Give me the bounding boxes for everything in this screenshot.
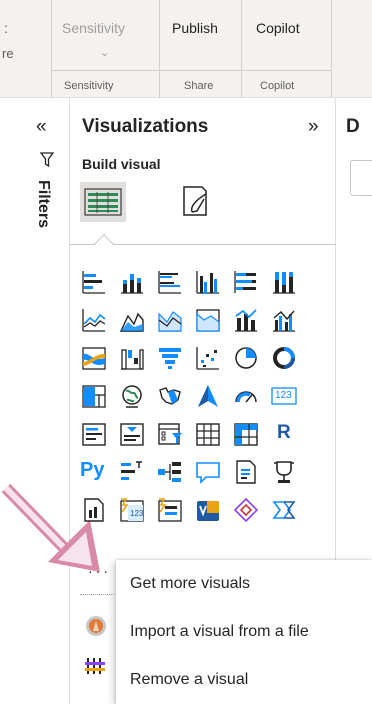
python-label: Py (80, 459, 105, 481)
share-group-label: Share (184, 80, 214, 92)
custom-visual-icon[interactable] (232, 496, 260, 524)
visuals-context-menu: Get more visuals Import a visual from a … (116, 560, 372, 704)
key-influencers-icon[interactable] (118, 458, 146, 486)
filters-pane-label[interactable]: Filters (34, 180, 52, 228)
qa-icon[interactable] (194, 458, 222, 486)
scatter-chart-icon[interactable] (194, 344, 222, 372)
kpi-icon[interactable] (118, 420, 146, 448)
ribbon-chart-icon[interactable] (80, 344, 108, 372)
sensitivity-chevron-icon: ⌄ (100, 47, 110, 59)
ribbon-group-left-edge (0, 0, 52, 98)
100-stacked-bar-chart-icon[interactable] (232, 268, 260, 296)
card-icon-label: 123 (275, 390, 292, 401)
publish-button[interactable]: Publish (172, 20, 218, 36)
matrix-icon[interactable] (232, 420, 260, 448)
build-visual-grid-icon (84, 188, 122, 216)
donut-chart-icon[interactable] (270, 344, 298, 372)
metrics-icon[interactable] (270, 458, 298, 486)
waterfall-chart-icon[interactable] (118, 344, 146, 372)
ribbon-group-copilot: Copilot Copilot (242, 0, 332, 98)
filter-funnel-icon (40, 152, 54, 168)
menu-item-import-visual-from-file[interactable]: Import a visual from a file (116, 608, 372, 656)
azure-map-icon[interactable] (194, 382, 222, 410)
clustered-bar-chart-icon[interactable] (156, 268, 184, 296)
line-chart-icon[interactable] (80, 306, 108, 334)
clustered-column-chart-icon[interactable] (194, 268, 222, 296)
ribbon-group-sensitivity: Sensitivity ⌄ Sensitivity (52, 0, 160, 98)
r-script-visual-icon[interactable]: R (270, 420, 298, 448)
paginated-report-icon[interactable] (80, 496, 108, 524)
collapse-filters-button[interactable]: « (36, 116, 47, 138)
fields-filter-icon[interactable] (84, 654, 108, 678)
sensitivity-group-label: Sensitivity (64, 80, 114, 92)
100-stacked-area-chart-icon[interactable] (194, 306, 222, 334)
multi-row-card-icon[interactable] (80, 420, 108, 448)
decomposition-tree-icon[interactable] (156, 458, 184, 486)
data-pane-title: D (346, 116, 360, 137)
line-and-stacked-column-chart-icon[interactable] (232, 306, 260, 334)
annotation-arrow-icon (1, 483, 100, 572)
stacked-column-chart-icon[interactable] (118, 268, 146, 296)
area-chart-icon[interactable] (118, 306, 146, 334)
table-icon[interactable] (194, 420, 222, 448)
format-visual-brush-icon[interactable] (180, 184, 210, 218)
python-visual-icon[interactable]: Py (80, 458, 108, 486)
power-apps-icon[interactable]: 123 (118, 496, 146, 524)
analytics-icon[interactable] (84, 614, 108, 638)
visualizations-title: Visualizations (82, 116, 209, 137)
treemap-icon[interactable] (80, 382, 108, 410)
card-icon[interactable]: 123 (270, 382, 298, 410)
stacked-area-chart-icon[interactable] (156, 306, 184, 334)
expand-visualizations-button[interactable]: » (308, 116, 319, 138)
line-and-clustered-column-chart-icon[interactable] (270, 306, 298, 334)
slicer-icon[interactable] (156, 420, 184, 448)
visio-icon[interactable] (194, 496, 222, 524)
menu-item-remove-visual[interactable]: Remove a visual (116, 656, 372, 704)
filled-map-icon[interactable] (156, 382, 184, 410)
pane-separator (80, 594, 114, 595)
r-script-label: R (277, 422, 291, 443)
stacked-bar-chart-icon[interactable] (80, 268, 108, 296)
power-automate-icon[interactable] (156, 496, 184, 524)
sensitivity-button[interactable]: Sensitivity (62, 20, 125, 36)
100-stacked-column-chart-icon[interactable] (270, 268, 298, 296)
smart-narrative-icon[interactable] (232, 458, 260, 486)
copilot-group-label: Copilot (260, 80, 295, 92)
ribbon-group-divider (52, 70, 332, 71)
gauge-icon[interactable] (232, 382, 260, 410)
ribbon: : re Sensitivity ⌄ Sensitivity Publish S… (0, 0, 372, 98)
arcgis-icon[interactable] (270, 496, 298, 524)
map-icon[interactable] (118, 382, 146, 410)
menu-item-get-more-visuals[interactable]: Get more visuals (116, 560, 372, 608)
svg-text:123: 123 (130, 509, 144, 518)
funnel-chart-icon[interactable] (156, 344, 184, 372)
data-search-input[interactable] (350, 160, 372, 196)
ribbon-group-share: Publish Share (160, 0, 242, 98)
pie-chart-icon[interactable] (232, 344, 260, 372)
build-visual-label: Build visual (82, 156, 161, 172)
copilot-button[interactable]: Copilot (256, 20, 300, 36)
